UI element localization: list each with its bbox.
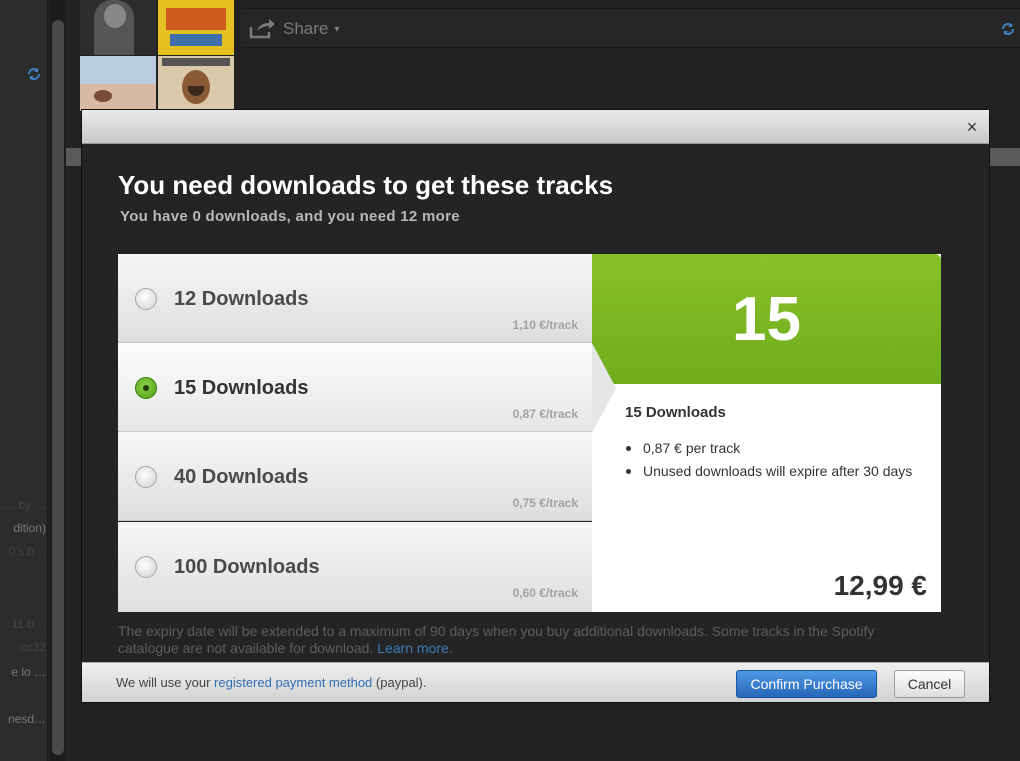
cancel-button[interactable]: Cancel [894, 670, 965, 698]
album-cover [80, 56, 156, 111]
sidebar-item[interactable]: dition) [0, 521, 46, 535]
expiry-disclaimer: The expiry date will be extended to a ma… [118, 623, 938, 657]
learn-more-link[interactable]: Learn more [377, 640, 449, 656]
summary-bullet: Unused downloads will expire after 30 da… [625, 463, 915, 480]
download-options-list: 12 Downloads 1,10 €/track 15 Downloads 0… [118, 254, 592, 612]
sidebar-item[interactable]: 0's b… [0, 544, 46, 558]
sidebar-item[interactable]: cc32 [0, 640, 46, 654]
purchase-downloads-dialog: × You need downloads to get these tracks… [82, 110, 989, 702]
radio-button[interactable] [135, 288, 157, 310]
sync-icon[interactable] [1000, 21, 1016, 37]
summary-bullet: 0,87 € per track [625, 440, 915, 457]
disclaimer-text: The expiry date will be extended to a ma… [118, 623, 875, 656]
sidebar-item[interactable]: nesd… [0, 712, 46, 726]
download-option-100[interactable]: 100 Downloads 0,60 €/track [118, 522, 592, 612]
payment-note-prefix: We will use your [116, 675, 211, 690]
payment-note-suffix: (paypal). [375, 675, 427, 690]
close-icon[interactable]: × [961, 116, 983, 138]
option-label: 40 Downloads [174, 466, 309, 488]
option-price: 0,60 €/track [512, 586, 578, 600]
album-cover [80, 0, 156, 55]
selected-count-banner: 15 [592, 254, 941, 384]
download-option-15[interactable]: 15 Downloads 0,87 €/track [118, 343, 592, 432]
selection-summary-panel: 15 15 Downloads 0,87 € per track Unused … [592, 254, 941, 612]
toolbar: Share ▾ [238, 8, 1020, 48]
disclaimer-period: . [448, 640, 453, 656]
selection-pointer [592, 343, 616, 433]
sync-icon[interactable] [26, 66, 42, 82]
option-price: 0,75 €/track [512, 496, 578, 510]
sidebar-item[interactable]: 11 b… [0, 617, 46, 631]
total-price: 12,99 € [833, 570, 927, 601]
confirm-purchase-button[interactable]: Confirm Purchase [736, 670, 877, 698]
download-option-12[interactable]: 12 Downloads 1,10 €/track [118, 254, 592, 343]
payment-note: We will use your registered payment meth… [116, 675, 427, 690]
radio-button[interactable] [135, 556, 157, 578]
download-option-40[interactable]: 40 Downloads 0,75 €/track [118, 432, 592, 521]
option-label: 12 Downloads [174, 288, 309, 310]
share-icon [249, 19, 275, 39]
sidebar-item[interactable]: e lo … [0, 665, 46, 679]
selected-count: 15 [732, 285, 801, 354]
option-label: 15 Downloads [174, 377, 309, 399]
radio-button[interactable] [135, 466, 157, 488]
share-button[interactable]: Share ▾ [249, 15, 339, 43]
radio-button-selected[interactable] [135, 377, 157, 399]
dialog-header: × [82, 110, 989, 144]
option-price: 0,87 €/track [512, 407, 578, 421]
share-label: Share [283, 19, 329, 38]
payment-method-link[interactable]: registered payment method [214, 675, 372, 690]
spotify-window: …, by … dition) 0's b… 11 b… cc32 e lo …… [0, 0, 1020, 761]
sidebar-item[interactable]: …, by … [0, 498, 46, 512]
scrollbar-thumb[interactable] [52, 20, 64, 755]
album-art-grid [80, 0, 234, 111]
album-cover [158, 0, 234, 55]
dialog-title: You need downloads to get these tracks [118, 170, 614, 200]
summary-heading: 15 Downloads [625, 404, 726, 421]
dialog-subtitle: You have 0 downloads, and you need 12 mo… [120, 208, 460, 225]
dialog-footer: We will use your registered payment meth… [82, 662, 989, 702]
chevron-down-icon: ▾ [334, 23, 340, 35]
option-price: 1,10 €/track [512, 318, 578, 332]
option-label: 100 Downloads [174, 556, 320, 578]
album-cover [158, 56, 234, 111]
summary-bullets: 0,87 € per track Unused downloads will e… [625, 440, 915, 486]
